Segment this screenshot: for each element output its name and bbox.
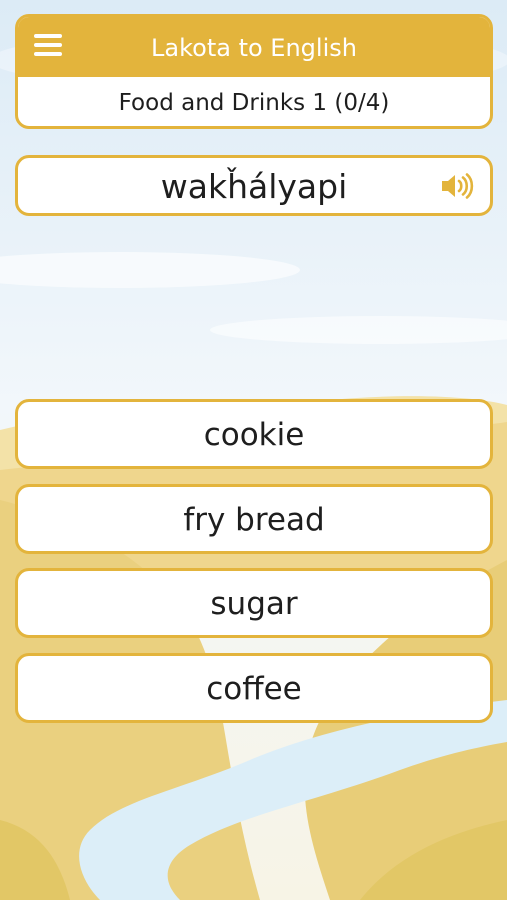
lesson-progress-title: Food and Drinks 1 (0/4) [118,90,390,116]
speaker-icon[interactable] [440,172,474,200]
answer-option-fry-bread[interactable]: fry bread [15,483,493,554]
prompt-word: wakȟályapi [160,167,348,206]
answer-option-cookie[interactable]: cookie [15,399,493,469]
answer-label: coffee [206,670,302,707]
app-title: Lakota to English [151,34,357,62]
answer-option-coffee[interactable]: coffee [15,652,493,723]
prompt-word-card: wakȟályapi [15,155,493,216]
answer-options: cookie fry bread sugar coffee [15,399,493,737]
answer-option-sugar[interactable]: sugar [15,568,493,638]
answer-label: fry bread [183,501,325,538]
answer-label: sugar [210,586,298,622]
header-bar: Lakota to English [18,17,490,77]
header-card: Lakota to English Food and Drinks 1 (0/4… [15,14,493,129]
answer-label: cookie [203,417,305,453]
